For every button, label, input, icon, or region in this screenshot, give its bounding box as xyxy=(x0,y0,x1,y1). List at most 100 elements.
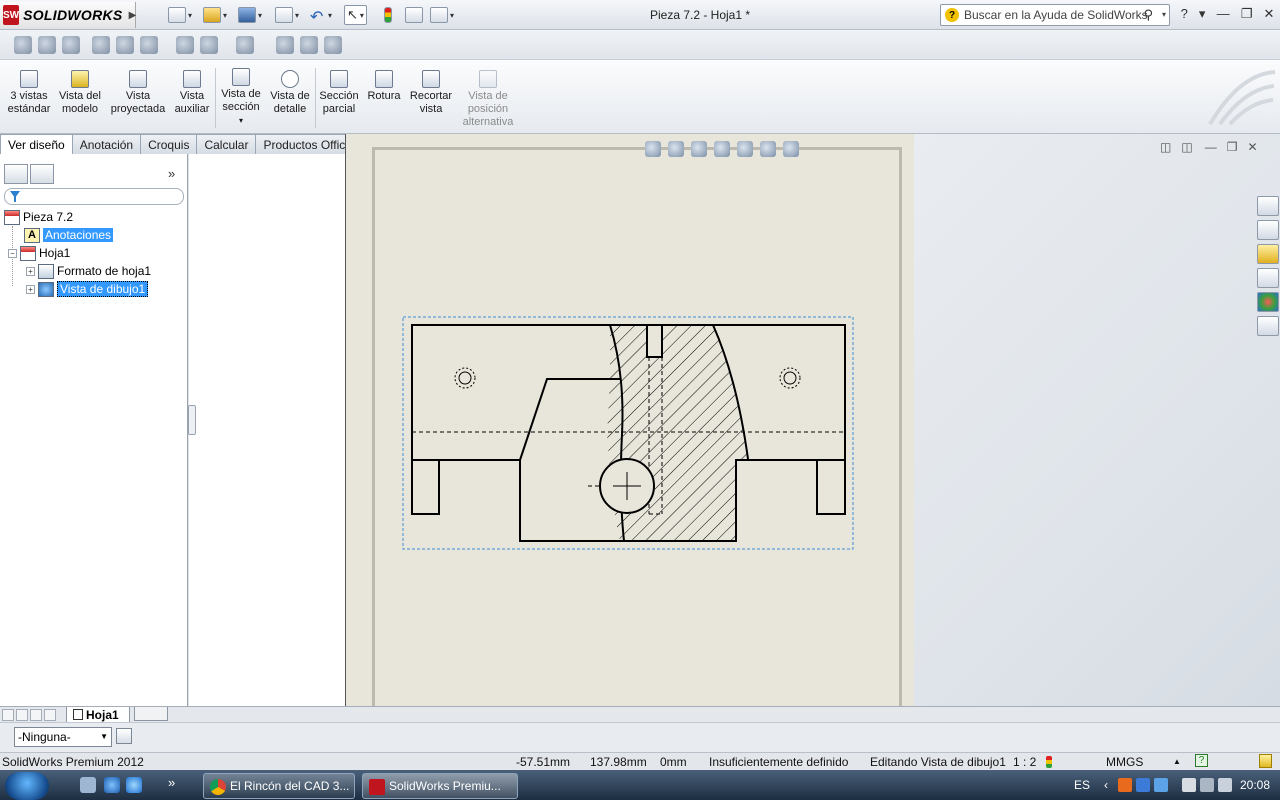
last-sheet-icon[interactable] xyxy=(44,709,56,721)
print-button[interactable]: ▾ xyxy=(275,5,299,25)
sheet-tab-hoja1[interactable]: Hoja1 xyxy=(66,707,130,723)
appearances-scenes-icon[interactable] xyxy=(1257,292,1279,312)
tile-right-icon[interactable]: ◫ xyxy=(1181,140,1192,154)
panel-splitter-handle[interactable] xyxy=(188,405,196,435)
file-properties-button[interactable] xyxy=(405,5,423,25)
tags-icon[interactable] xyxy=(1259,754,1272,768)
rebuild-status-icon[interactable] xyxy=(1046,756,1052,768)
detail-view-button[interactable]: Vista de detalle xyxy=(268,70,312,132)
previous-view-icon[interactable] xyxy=(92,36,110,54)
help-search-box[interactable]: ? Buscar en la Ayuda de SolidWorks ⚲ ▾ xyxy=(940,4,1170,26)
units-menu-icon[interactable]: ▲ xyxy=(1173,757,1181,766)
tab-ver-diseno[interactable]: Ver diseño xyxy=(0,134,73,154)
zoom-to-area-icon[interactable] xyxy=(38,36,56,54)
save-button[interactable]: ▾ xyxy=(238,5,262,25)
tray-flag-icon[interactable] xyxy=(1182,778,1196,792)
appearance-icon[interactable] xyxy=(300,36,318,54)
tree-item-drawing-view[interactable]: + Vista de dibujo1 xyxy=(26,280,149,298)
add-sheet-button[interactable] xyxy=(134,707,168,721)
tray-volume-icon[interactable] xyxy=(1218,778,1232,792)
tree-item-sheet[interactable]: − Hoja1 xyxy=(8,244,70,262)
section-view-button[interactable]: Vista de sección ▾ xyxy=(218,68,264,130)
doc-restore-button[interactable]: ❐ xyxy=(1227,140,1238,154)
help-dropdown-icon[interactable]: ▾ xyxy=(1199,6,1206,24)
crop-view-button[interactable]: Recortar vista xyxy=(408,70,454,132)
layer-properties-icon[interactable] xyxy=(116,728,132,744)
start-button[interactable] xyxy=(5,772,49,800)
collapse-icon[interactable]: − xyxy=(8,248,17,258)
broken-out-section-button[interactable]: Sección parcial xyxy=(318,70,360,132)
break-button[interactable]: Rotura xyxy=(364,70,404,132)
show-hidden-icons[interactable]: ‹ xyxy=(1104,778,1108,792)
search-icon[interactable]: ⚲ xyxy=(1143,7,1153,23)
taskbar-solidworks-window[interactable]: SolidWorks Premiu... xyxy=(362,773,518,799)
new-document-button[interactable]: ▾ xyxy=(168,5,192,25)
tree-item-sheet-format[interactable]: + Formato de hoja1 xyxy=(26,262,151,280)
auxiliary-view-button[interactable]: Vista auxiliar xyxy=(172,70,212,132)
property-manager-tab-icon[interactable] xyxy=(30,164,54,184)
drawing-view[interactable] xyxy=(345,134,914,706)
language-indicator[interactable]: ES xyxy=(1074,778,1090,792)
expand-panel-icon[interactable]: » xyxy=(168,166,175,181)
prev-sheet-icon[interactable] xyxy=(16,709,28,721)
tray-update-icon[interactable] xyxy=(1154,778,1168,792)
tree-filter-input[interactable] xyxy=(4,188,184,205)
rotate-icon[interactable] xyxy=(140,36,158,54)
taskbar-chrome-window[interactable]: El Rincón del CAD 3... xyxy=(203,773,355,799)
status-units[interactable]: MMGS xyxy=(1106,755,1143,769)
help-icon[interactable]: ? xyxy=(1195,754,1208,767)
quick-launch-more-icon[interactable]: » xyxy=(168,775,175,790)
minimize-button[interactable]: — xyxy=(1217,6,1230,24)
menu-expand-arrow-icon[interactable]: ▶ xyxy=(129,10,137,21)
show-desktop-icon[interactable] xyxy=(80,777,96,793)
scene-icon[interactable] xyxy=(324,36,342,54)
app-name: SOLIDWORKS xyxy=(23,7,123,23)
view-palette-icon[interactable] xyxy=(1257,268,1279,288)
doc-close-button[interactable]: ✕ xyxy=(1247,140,1257,154)
close-button[interactable]: ✕ xyxy=(1263,6,1274,24)
display-style-icon[interactable] xyxy=(236,36,254,54)
undo-button[interactable]: ↶ ▾ xyxy=(310,5,332,26)
expand-icon[interactable]: + xyxy=(26,266,35,276)
search-dropdown-icon[interactable]: ▾ xyxy=(1162,10,1166,19)
zoom-to-fit-icon[interactable] xyxy=(14,36,32,54)
model-view-button[interactable]: Vista del modelo xyxy=(56,70,104,132)
projected-view-button[interactable]: Vista proyectada xyxy=(108,70,168,132)
solidworks-resources-icon[interactable] xyxy=(1257,196,1279,216)
tree-item-annotations[interactable]: A Anotaciones xyxy=(24,226,114,244)
options-button[interactable]: ▾ xyxy=(430,5,454,25)
expand-icon[interactable]: + xyxy=(26,284,35,294)
tile-left-icon[interactable]: ◫ xyxy=(1160,140,1171,154)
design-library-icon[interactable] xyxy=(1257,220,1279,240)
view-orientation-icon[interactable] xyxy=(200,36,218,54)
next-sheet-icon[interactable] xyxy=(30,709,42,721)
hide-show-icon[interactable] xyxy=(276,36,294,54)
zoom-in-out-icon[interactable] xyxy=(62,36,80,54)
tab-croquis[interactable]: Croquis xyxy=(140,134,198,154)
tray-network-activity-icon[interactable] xyxy=(1136,778,1150,792)
three-standard-views-button[interactable]: 3 vistas estándar xyxy=(6,70,52,132)
feature-tree-tab-icon[interactable] xyxy=(4,164,28,184)
tab-calcular[interactable]: Calcular xyxy=(196,134,257,154)
internet-explorer-icon[interactable] xyxy=(126,777,142,793)
custom-properties-icon[interactable] xyxy=(1257,316,1279,336)
section-view-dropdown-icon[interactable]: ▾ xyxy=(239,114,243,127)
first-sheet-icon[interactable] xyxy=(2,709,14,721)
help-button[interactable]: ? xyxy=(1181,6,1188,24)
tray-network-icon[interactable] xyxy=(1200,778,1214,792)
pan-icon[interactable] xyxy=(116,36,134,54)
restore-button[interactable]: ❐ xyxy=(1241,6,1253,24)
tree-item-part[interactable]: Pieza 7.2 xyxy=(4,208,73,226)
solidworks-menu-button[interactable]: SW SOLIDWORKS ▶ xyxy=(0,2,136,28)
media-player-icon[interactable] xyxy=(104,777,120,793)
clock[interactable]: 20:08 xyxy=(1240,778,1270,792)
file-explorer-icon[interactable] xyxy=(1257,244,1279,264)
rebuild-button[interactable] xyxy=(384,5,392,25)
tray-app-icon[interactable] xyxy=(1118,778,1132,792)
zoom-icon[interactable] xyxy=(176,36,194,54)
layer-select[interactable]: -Ninguna- ▼ xyxy=(14,727,112,747)
select-button[interactable]: ↖ ▾ xyxy=(344,5,367,25)
open-button[interactable]: ▾ xyxy=(203,5,227,25)
doc-minimize-button[interactable]: — xyxy=(1205,140,1217,154)
tab-anotacion[interactable]: Anotación xyxy=(71,134,142,154)
